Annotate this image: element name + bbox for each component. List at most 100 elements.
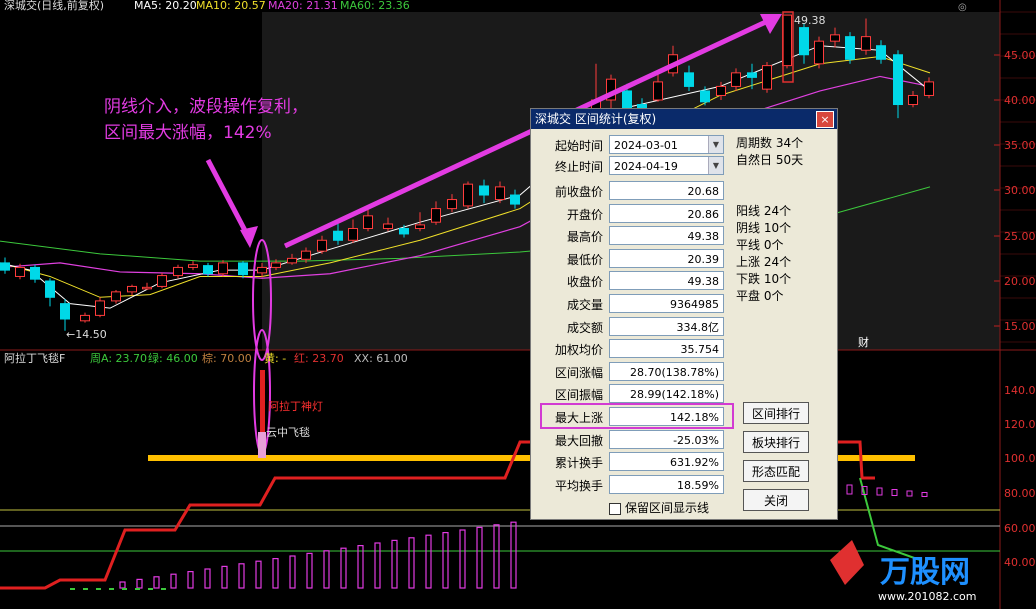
high-price-label: 49.38 bbox=[794, 14, 826, 27]
indicator-legend-item: 绿: 46.00 bbox=[148, 351, 198, 365]
candle-body bbox=[830, 34, 840, 42]
stat-label: 累计换手 bbox=[554, 456, 603, 471]
chart-title: 深城交(日线,前复权) bbox=[4, 0, 104, 12]
purple-bar bbox=[187, 570, 194, 589]
stat-label: 成交量 bbox=[566, 298, 603, 312]
price-axis-label: 20.00 bbox=[1004, 275, 1036, 288]
end-date-select[interactable]: 2024-04-19 ▼ bbox=[609, 156, 724, 175]
stat-label: 成交额 bbox=[566, 320, 603, 335]
stat-value: 334.8亿 bbox=[609, 316, 724, 336]
sector-rank-button[interactable]: 板块排行 bbox=[743, 431, 809, 453]
candle-body bbox=[684, 72, 694, 87]
candle-body bbox=[95, 300, 105, 316]
candle-body bbox=[510, 194, 520, 205]
stat-value: 20.39 bbox=[609, 248, 724, 268]
side-stat: 阳线 24个 bbox=[736, 204, 792, 218]
interval-rank-button[interactable]: 区间排行 bbox=[743, 402, 809, 424]
purple-bar bbox=[255, 560, 262, 589]
keep-interval-checkbox[interactable]: 保留区间显示线 bbox=[609, 499, 709, 516]
checkbox-label: 保留区间显示线 bbox=[625, 501, 710, 515]
start-date-label: 起始时间 bbox=[554, 139, 603, 153]
close-button[interactable]: 关闭 bbox=[743, 489, 809, 511]
candle-body bbox=[463, 183, 473, 207]
candle-body bbox=[495, 186, 505, 201]
purple-bar bbox=[408, 537, 415, 589]
candle-body bbox=[301, 250, 311, 260]
chevron-down-icon[interactable]: ▼ bbox=[708, 136, 723, 153]
stat-label: 前收盘价 bbox=[554, 185, 603, 199]
candle-body bbox=[861, 36, 871, 51]
interval-stats-dialog[interactable]: 深城交 区间统计(复权) × 起始时间 2024-03-01 ▼ 终止时间 202… bbox=[530, 108, 838, 520]
candle-body bbox=[111, 291, 121, 302]
settings-icon[interactable]: ◎ bbox=[958, 2, 967, 13]
purple-bar bbox=[323, 550, 330, 589]
candle-body bbox=[271, 262, 281, 268]
candle-body bbox=[60, 303, 70, 320]
chart-canvas[interactable]: 45.00 40.00 35.00 30.00 25.00 20.00 15.00 140.… bbox=[0, 0, 1036, 609]
start-date-select[interactable]: 2024-03-01 ▼ bbox=[609, 135, 724, 154]
purple-bar bbox=[170, 573, 177, 589]
green-tick bbox=[135, 588, 140, 590]
candle-body bbox=[188, 264, 198, 268]
stat-value: 18.59% bbox=[609, 474, 724, 494]
candle-body bbox=[716, 85, 726, 96]
purple-bar bbox=[306, 552, 313, 589]
stat-label: 平均换手 bbox=[554, 478, 603, 493]
side-stat: 周期数 34个 bbox=[736, 136, 804, 150]
close-icon[interactable]: × bbox=[816, 111, 834, 128]
pattern-match-button[interactable]: 形态匹配 bbox=[743, 460, 809, 482]
candle-body bbox=[908, 94, 918, 106]
green-tick bbox=[83, 588, 88, 590]
start-date-value: 2024-03-01 bbox=[614, 139, 678, 152]
brand-url: www.201082.com bbox=[878, 590, 976, 603]
purple-bar bbox=[340, 547, 347, 589]
candle-body bbox=[876, 45, 886, 60]
candle-body bbox=[731, 72, 741, 87]
green-tick bbox=[148, 588, 153, 590]
signal-bar bbox=[260, 370, 265, 432]
green-tick bbox=[70, 588, 75, 590]
candle-body bbox=[30, 266, 40, 280]
dialog-titlebar[interactable]: 深城交 区间统计(复权) × bbox=[531, 109, 837, 129]
checkbox-box[interactable] bbox=[609, 502, 621, 515]
candle-body bbox=[814, 40, 824, 65]
indicator-header: 阿拉丁飞毯F 周A: 23.70 绿: 46.00 棕: 70.00 黄: - 红: 23… bbox=[4, 351, 408, 365]
candle-body bbox=[142, 286, 152, 290]
purple-bar bbox=[289, 555, 296, 589]
purple-bar bbox=[891, 489, 898, 496]
candle-body bbox=[257, 266, 267, 274]
indicator-grid bbox=[0, 455, 1000, 552]
finance-marker[interactable]: 财 bbox=[858, 335, 869, 349]
stat-label: 收盘价 bbox=[566, 275, 603, 290]
purple-bar bbox=[391, 539, 398, 589]
purple-bar bbox=[425, 534, 432, 589]
candle-body bbox=[45, 280, 55, 298]
side-stat: 自然日 50天 bbox=[736, 153, 804, 167]
green-drop-line bbox=[859, 477, 921, 561]
stat-value: 631.92% bbox=[609, 452, 724, 472]
ma-legend-item: MA10: 20.57 bbox=[196, 0, 266, 12]
purple-bar bbox=[136, 578, 143, 589]
green-tick bbox=[109, 588, 114, 590]
indicator-legend-item: 红: 23.70 bbox=[294, 352, 344, 365]
candle-body bbox=[287, 257, 297, 264]
candle-body bbox=[747, 72, 757, 78]
side-stat: 平盘 0个 bbox=[736, 289, 784, 303]
ma-legend-item: MA20: 21.31 bbox=[268, 0, 338, 12]
candle-body bbox=[799, 27, 809, 56]
stat-label: 最大回撤 bbox=[554, 433, 603, 448]
candle-body bbox=[399, 228, 409, 235]
signal-stub bbox=[258, 432, 266, 458]
candle-body bbox=[431, 208, 441, 223]
purple-bar bbox=[272, 557, 279, 589]
stat-value: 49.38 bbox=[609, 271, 724, 291]
chevron-down-icon[interactable]: ▼ bbox=[708, 157, 723, 174]
stat-value: 28.99(142.18%) bbox=[609, 384, 724, 404]
purple-bar bbox=[876, 487, 883, 496]
purple-bar bbox=[357, 544, 364, 589]
side-stat: 下跌 10个 bbox=[736, 272, 792, 286]
candle-body bbox=[653, 81, 663, 101]
indicator-axis: 140.00 120.00 100.00 80.00 60.00 40.00 bbox=[1004, 384, 1036, 569]
indicator-axis-label: 80.00 bbox=[1004, 487, 1036, 500]
candle-body bbox=[127, 285, 137, 293]
